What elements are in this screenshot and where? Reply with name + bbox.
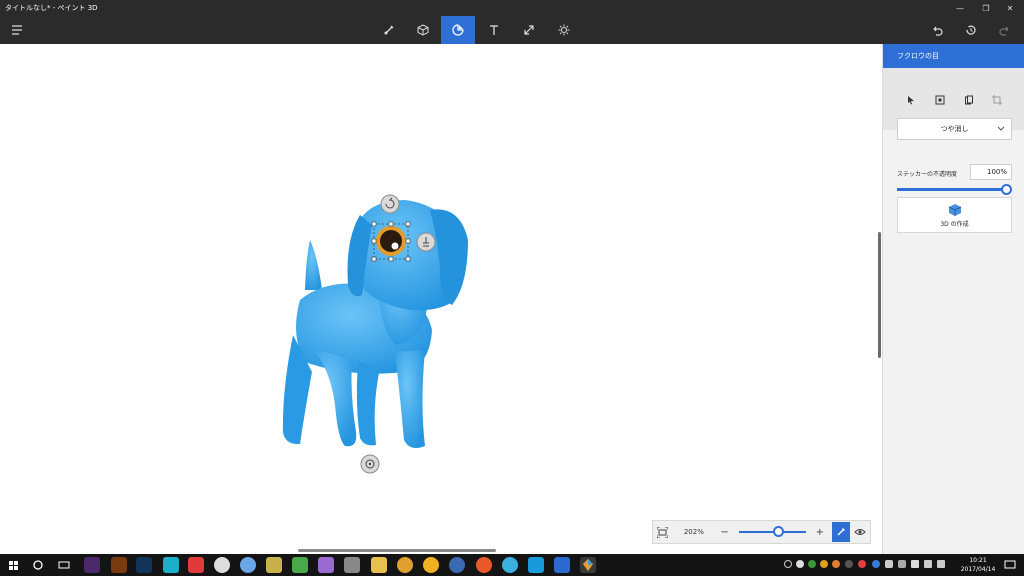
zoom-slider-track[interactable] <box>738 526 806 537</box>
firefox-icon[interactable] <box>476 557 492 573</box>
make-3d-label: 3D の作成 <box>940 220 969 228</box>
photoshop-icon[interactable] <box>136 557 152 573</box>
close-icon[interactable]: ✕ <box>998 0 1022 16</box>
battery-icon[interactable] <box>911 560 919 568</box>
zoom-bar: 202% − + <box>652 520 871 544</box>
redo-icon[interactable] <box>988 16 1022 44</box>
dog-model[interactable] <box>0 44 882 554</box>
sticker-icon[interactable] <box>441 16 475 44</box>
windows-taskbar: 10:21 2017/04/14 <box>0 554 1024 576</box>
app-icon-2[interactable] <box>188 557 204 573</box>
brush-icon[interactable] <box>372 16 406 44</box>
vertical-scrollbar[interactable] <box>878 232 881 358</box>
main-toolbar <box>0 16 1024 44</box>
tray-icon-6[interactable] <box>845 560 853 568</box>
bluetooth-icon[interactable] <box>872 560 880 568</box>
app-icon-7[interactable] <box>344 557 360 573</box>
hamburger-icon[interactable] <box>0 16 34 44</box>
app-icon-8[interactable] <box>423 557 439 573</box>
tray-icon-2[interactable] <box>796 560 804 568</box>
horizontal-scrollbar[interactable] <box>298 549 496 552</box>
task-view-icon[interactable] <box>56 557 72 573</box>
cube-icon[interactable] <box>406 16 440 44</box>
finish-dropdown-value: つや消し <box>940 125 969 133</box>
taskbar-clock[interactable]: 10:21 2017/04/14 <box>956 556 1000 574</box>
drawing-canvas[interactable] <box>0 44 882 554</box>
tray-icon-8[interactable] <box>898 560 906 568</box>
app-icon-9[interactable] <box>449 557 465 573</box>
chevron-down-icon <box>997 126 1005 131</box>
fit-to-screen-icon[interactable] <box>653 521 673 543</box>
illustrator-icon[interactable] <box>111 557 127 573</box>
sticker-panel: フクロウの目 つや消し ステッカーの不透明度 100% 3D の作成 <box>882 44 1024 554</box>
opacity-input[interactable]: 100% <box>970 164 1012 180</box>
soccer-icon[interactable] <box>214 557 230 573</box>
text-icon[interactable] <box>477 16 511 44</box>
title-bar: タイトルなし* - ペイント 3D <box>0 0 1024 16</box>
window-title: タイトルなし* - ペイント 3D <box>5 4 98 12</box>
resize-icon[interactable] <box>512 16 546 44</box>
history-icon[interactable] <box>954 16 988 44</box>
finish-dropdown[interactable]: つや消し <box>897 118 1012 140</box>
minimize-icon[interactable]: — <box>948 0 972 16</box>
app-icon-1[interactable] <box>163 557 179 573</box>
crop-icon[interactable] <box>989 92 1005 108</box>
effects-icon[interactable] <box>547 16 581 44</box>
onedrive-icon[interactable] <box>885 560 893 568</box>
vscode-icon[interactable] <box>554 557 570 573</box>
panel-title-text: フクロウの目 <box>897 52 939 60</box>
cube-icon <box>948 203 961 216</box>
zoom-percent: 202% <box>683 528 704 536</box>
tray-icon-1[interactable] <box>784 560 792 568</box>
restore-icon[interactable]: ❐ <box>974 0 998 16</box>
tray-icon-5[interactable] <box>832 560 840 568</box>
copy-icon[interactable] <box>961 92 977 108</box>
wifi-icon[interactable] <box>924 560 932 568</box>
paint3d-window: タイトルなし* - ペイント 3D — ❐ ✕ フクロウの目 つや消し ステッカ… <box>0 0 1024 576</box>
tray-icon-7[interactable] <box>858 560 866 568</box>
clock-date: 2017/04/14 <box>960 566 996 573</box>
view-icon[interactable] <box>850 521 870 543</box>
paint3d-taskbar-icon[interactable] <box>580 557 596 573</box>
app-icon-4[interactable] <box>266 557 282 573</box>
app-icon-6[interactable] <box>318 557 334 573</box>
volume-icon[interactable] <box>937 560 945 568</box>
chrome-icon[interactable] <box>397 557 413 573</box>
tray-icon-3[interactable] <box>808 560 816 568</box>
select-icon[interactable] <box>903 92 919 108</box>
start-icon[interactable] <box>6 557 22 573</box>
zoom-in-button[interactable]: + <box>810 521 830 543</box>
stamp-icon[interactable] <box>932 92 948 108</box>
file-explorer-icon[interactable] <box>371 557 387 573</box>
app-icon-5[interactable] <box>292 557 308 573</box>
opacity-label: ステッカーの不透明度 <box>897 171 958 178</box>
make-3d-button[interactable]: 3D の作成 <box>897 197 1012 233</box>
opacity-slider-thumb[interactable] <box>1001 184 1012 195</box>
premiere-icon[interactable] <box>84 557 100 573</box>
app-icon-10[interactable] <box>502 557 518 573</box>
opacity-slider-track[interactable] <box>897 188 1007 191</box>
zoom-out-button[interactable]: − <box>715 521 735 543</box>
tray-icon-4[interactable] <box>820 560 828 568</box>
notification-icon[interactable] <box>1002 557 1018 573</box>
clock-time: 10:21 <box>969 557 987 564</box>
search-icon[interactable] <box>30 557 46 573</box>
undo-icon[interactable] <box>920 16 954 44</box>
app-icon-3[interactable] <box>240 557 256 573</box>
skype-icon[interactable] <box>528 557 544 573</box>
pen-mode-icon[interactable] <box>831 522 851 542</box>
zoom-slider-thumb[interactable] <box>772 526 784 537</box>
panel-title: フクロウの目 <box>883 44 1024 68</box>
